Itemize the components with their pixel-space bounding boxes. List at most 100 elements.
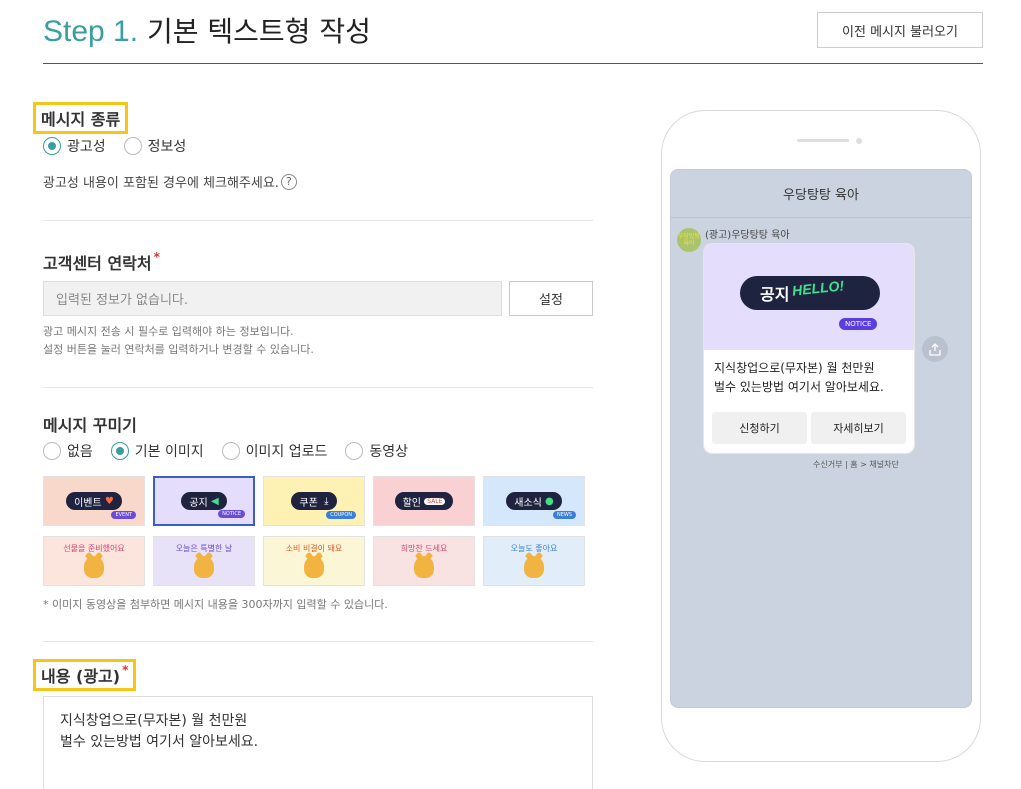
radio-on-icon [110, 442, 129, 460]
message-type-title: 메시지 종류 [33, 102, 129, 134]
radio-none[interactable]: 없음 [43, 441, 93, 461]
details-button[interactable]: 자세히보기 [811, 412, 906, 444]
thumb-sale-label: 할인 [402, 497, 422, 509]
thumb-label: 쿠폰 ⤓ [291, 492, 337, 510]
sender-name: (광고)우당탕탕 육아 [705, 230, 790, 241]
apply-button[interactable]: 신청하기 [712, 412, 807, 444]
content-textarea[interactable]: 지식창업으로(무자본) 월 천만원 벌수 있는방법 여기서 알아보세요. [43, 696, 593, 789]
thumb-label: 새소식 ● [506, 492, 562, 510]
decoration-note: * 이미지 동영상을 첨부하면 메시지 내용을 300자까지 입력할 수 있습니… [43, 598, 388, 611]
thumb-tag: COUPON [326, 511, 356, 519]
contact-title-text: 고객센터 연락처 [43, 254, 152, 273]
step-label: Step 1. [43, 15, 139, 48]
thumb-char-gift[interactable]: 선물을 준비했어요 [43, 536, 145, 586]
message-bubble: 공지 HELLO! NOTICE 지식창업으로(무자본) 월 천만원 벌수 있는… [703, 243, 915, 454]
phone-screen: 우당탕탕 육아 우당탕탕 육아 (광고)우당탕탕 육아 공지 HELLO! NO… [670, 169, 972, 708]
question-icon[interactable]: ? [280, 173, 297, 190]
circle-icon: ● [545, 495, 554, 507]
chat-title: 우당탕탕 육아 [671, 170, 971, 218]
content-title: 내용 (광고) * [33, 659, 137, 691]
radio-video[interactable]: 동영상 [345, 441, 408, 461]
radio-basic-image-label: 기본 이미지 [134, 444, 204, 460]
thumb-news[interactable]: 새소식 ● NEWS [483, 476, 585, 526]
thumb-coupon[interactable]: 쿠폰 ⤓ COUPON [263, 476, 365, 526]
content-line1: 지식창업으로(무자본) 월 천만원 [60, 713, 248, 729]
radio-on-icon [43, 137, 61, 155]
thumb-char-eat[interactable]: 희망찬 드세요 [373, 536, 475, 586]
megaphone-icon: ◀ [210, 495, 219, 507]
character-icon [524, 556, 544, 578]
help-text: 광고성 내용이 포함된 경우에 체크해주세요. [43, 176, 279, 191]
radio-off-icon [43, 442, 61, 460]
phone-camera [856, 138, 862, 144]
load-previous-button[interactable]: 이전 메시지 불러오기 [817, 12, 983, 48]
thumb-char-secret[interactable]: 소비 비결이 돼요 [263, 536, 365, 586]
message-type-help: 광고성 내용이 포함된 경우에 체크해주세요. ? [43, 172, 297, 191]
share-icon[interactable] [922, 336, 948, 362]
bubble-line1: 지식창업으로(무자본) 월 천만원 [714, 361, 875, 375]
content-line2: 벌수 있는방법 여기서 알아보세요. [60, 734, 259, 750]
page-header: Step 1. 기본 텍스트형 작성 이전 메시지 불러오기 [43, 0, 983, 64]
heart-icon: ♥ [104, 495, 114, 507]
thumb-label: 이벤트 ♥ [66, 492, 122, 510]
phone-speaker [797, 139, 849, 142]
contact-note-line2: 설정 버튼을 눌러 연락처를 입력하거나 변경할 수 있습니다. [43, 343, 314, 356]
avatar: 우당탕탕 육아 [677, 228, 701, 252]
thumb-notice[interactable]: 공지 ◀ NOTICE [153, 476, 255, 526]
contact-note: 광고 메시지 전송 시 필수로 입력해야 하는 정보입니다. 설정 버튼을 눌러… [43, 323, 314, 359]
download-icon: ⤓ [324, 495, 329, 507]
character-icon [194, 556, 214, 578]
set-button[interactable]: 설정 [509, 281, 593, 316]
thumb-notice-label: 공지 [189, 497, 208, 509]
message-type-title-text: 메시지 종류 [41, 110, 121, 129]
radio-off-icon [221, 442, 240, 460]
thumb-char-special[interactable]: 오늘은 특별한 날 [153, 536, 255, 586]
notice-image: 공지 HELLO! NOTICE [704, 244, 914, 350]
bubble-line2: 벌수 있는방법 여기서 알아보세요. [714, 380, 884, 394]
thumb-sale[interactable]: 할인 SALE [373, 476, 475, 526]
radio-info[interactable]: 정보성 [123, 136, 186, 156]
thumb-tag: NOTICE [218, 510, 245, 518]
required-mark: * [122, 663, 129, 677]
thumb-char-label: 희망찬 드세요 [400, 544, 448, 553]
radio-image-upload[interactable]: 이미지 업로드 [221, 441, 328, 461]
thumb-coupon-label: 쿠폰 [299, 497, 318, 509]
thumb-char-label: 선물을 준비했어요 [63, 544, 125, 553]
radio-basic-image[interactable]: 기본 이미지 [110, 441, 204, 461]
radio-video-label: 동영상 [369, 444, 408, 460]
bubble-text: 지식창업으로(무자본) 월 천만원 벌수 있는방법 여기서 알아보세요. [714, 359, 884, 397]
contact-input[interactable]: 입력된 정보가 없습니다. [43, 281, 502, 316]
reject-text[interactable]: 수신거부 | 홈 > 채널차단 [813, 459, 899, 470]
notice-tag: NOTICE [839, 318, 878, 330]
message-type-options: 광고성 정보성 [43, 136, 204, 156]
radio-ad-label: 광고성 [67, 139, 106, 155]
thumb-news-label: 새소식 [514, 497, 542, 509]
radio-none-label: 없음 [67, 444, 93, 460]
thumb-tag: NEWS [552, 511, 576, 519]
page-title: Step 1. 기본 텍스트형 작성 [43, 10, 371, 50]
character-icon [304, 556, 324, 578]
thumb-char-label: 오늘은 특별한 날 [175, 544, 233, 553]
sale-tag: SALE [424, 497, 446, 505]
divider [43, 641, 593, 642]
radio-ad[interactable]: 광고성 [43, 136, 106, 156]
title-text: 기본 텍스트형 작성 [146, 15, 371, 48]
radio-image-upload-label: 이미지 업로드 [245, 444, 328, 460]
thumb-char-good[interactable]: 오늘도 좋아요 [483, 536, 585, 586]
contact-title: 고객센터 연락처 * [43, 250, 160, 274]
notice-label: 공지 [760, 285, 790, 304]
contact-note-line1: 광고 메시지 전송 시 필수로 입력해야 하는 정보입니다. [43, 325, 294, 338]
content-title-text: 내용 (광고) [41, 667, 121, 686]
radio-off-icon [123, 137, 142, 155]
required-mark: * [153, 250, 160, 264]
divider [43, 220, 593, 221]
character-icon [414, 556, 434, 578]
divider [43, 387, 593, 388]
decoration-options: 없음 기본 이미지 이미지 업로드 동영상 [43, 441, 426, 461]
thumb-event-label: 이벤트 [74, 497, 102, 509]
thumb-event[interactable]: 이벤트 ♥ EVENT [43, 476, 145, 526]
thumb-tag: EVENT [111, 511, 136, 519]
character-icon [84, 556, 104, 578]
decoration-title: 메시지 꾸미기 [43, 416, 137, 435]
radio-off-icon [345, 442, 364, 460]
